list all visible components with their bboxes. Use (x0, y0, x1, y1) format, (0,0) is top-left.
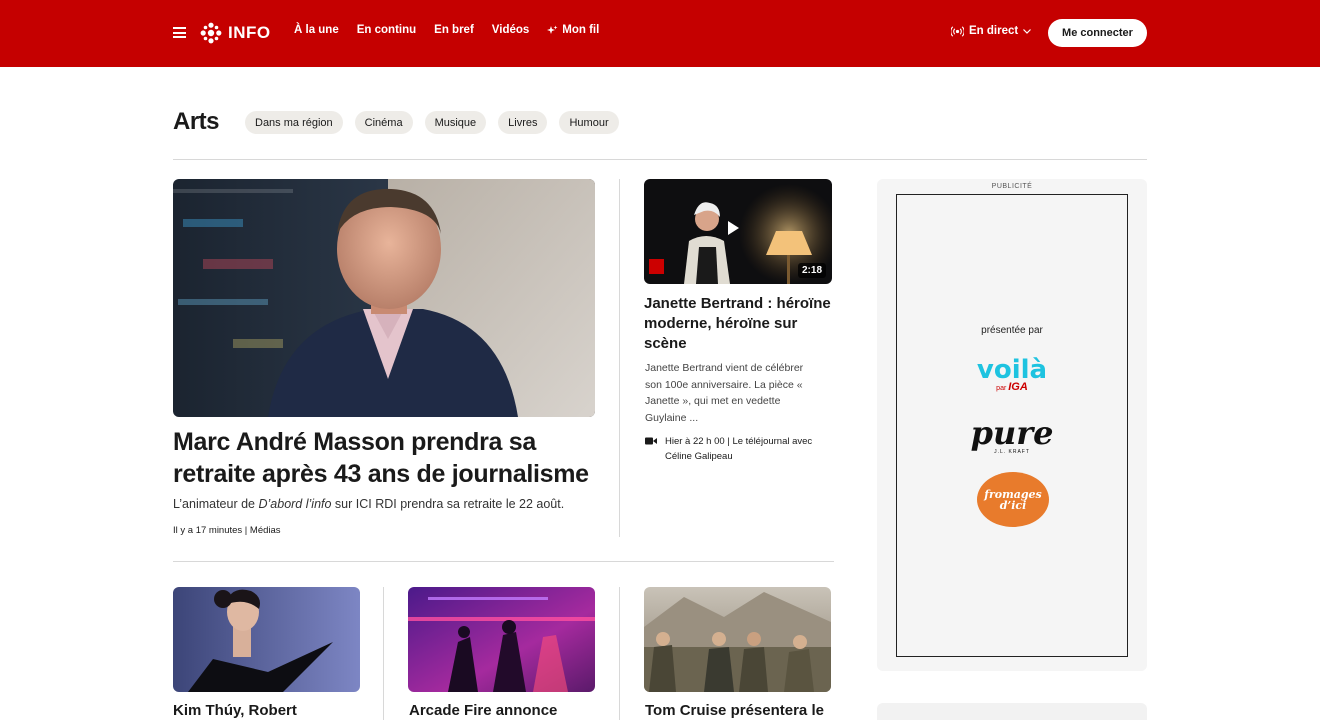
feature-image[interactable] (173, 179, 595, 417)
feature-title[interactable]: Marc André Masson prendra sa retraite ap… (173, 426, 603, 490)
ad-presented-by: présentée par (981, 325, 1043, 336)
card-photo-1 (173, 587, 360, 692)
feature-category[interactable]: Médias (250, 525, 281, 536)
jl-kraft-text: J.L. KRAFT (994, 449, 1030, 455)
feature-desc-prefix: L’animateur de (173, 497, 259, 511)
column-divider (619, 179, 620, 537)
chip-dans-ma-region[interactable]: Dans ma région (245, 111, 343, 134)
feature-photo (173, 179, 595, 417)
nav-mon-fil-label: Mon fil (562, 24, 600, 36)
video-camera-icon (645, 437, 657, 445)
top-header: INFO À la une En continu En bref Vidéos … (0, 0, 1320, 67)
card-title-3[interactable]: Tom Cruise présentera le (645, 702, 845, 719)
live-dropdown[interactable]: En direct (951, 25, 1032, 37)
chip-musique[interactable]: Musique (424, 111, 487, 134)
feature-meta: Il y a 17 minutes | Médias (173, 525, 281, 536)
side-story-image[interactable]: 2:18 (644, 179, 832, 284)
voila-logo-text: voilà (976, 355, 1048, 385)
subsection-chips: Dans ma région Cinéma Musique Livres Hum… (245, 111, 619, 134)
column-divider (619, 587, 620, 720)
iga-logo-text: IGA (1008, 381, 1028, 393)
side-story-time: Hier à 22 h 00 (665, 436, 725, 447)
chip-livres[interactable]: Livres (498, 111, 548, 134)
card-image-2[interactable] (408, 587, 595, 692)
menu-icon[interactable] (173, 27, 186, 38)
side-story-meta: Hier à 22 h 00 | Le téléjournal avec Cél… (645, 434, 835, 464)
feature-desc-suffix: sur ICI RDI prendra sa retraite le 22 ao… (331, 497, 565, 511)
main-nav: À la une En continu En bref Vidéos Mon f… (294, 24, 599, 36)
card-photo-3 (644, 587, 831, 692)
nav-en-bref[interactable]: En bref (434, 24, 474, 36)
logo-text: INFO (228, 23, 271, 42)
broadcast-icon (951, 25, 964, 37)
nav-en-continu[interactable]: En continu (357, 24, 416, 36)
column-divider (383, 587, 384, 720)
divider (173, 159, 1147, 160)
ad-frame[interactable]: présentée par voilà par IGA pure J.L. KR… (896, 194, 1128, 657)
page-title: Arts (173, 108, 220, 135)
feature-description: L’animateur de D’abord l’info sur ICI RD… (173, 497, 603, 511)
card-image-1[interactable] (173, 587, 360, 692)
chip-humour[interactable]: Humour (559, 111, 619, 134)
fromages-dici-logo[interactable]: fromages d’ici (977, 472, 1049, 527)
ad-label: PUBLICITÉ (991, 183, 1033, 190)
side-story-title[interactable]: Janette Bertrand : héroïne moderne, héro… (644, 294, 834, 354)
site-logo[interactable]: INFO (200, 21, 271, 45)
radio-canada-gem-icon (200, 22, 222, 44)
play-icon[interactable] (728, 221, 739, 235)
card-photo-2 (408, 587, 595, 692)
feature-time: Il y a 17 minutes (173, 525, 243, 536)
video-duration: 2:18 (797, 263, 826, 278)
divider (173, 561, 834, 562)
live-label: En direct (969, 25, 1019, 37)
nav-videos[interactable]: Vidéos (492, 24, 530, 36)
ad-container-2 (877, 703, 1147, 720)
feature-desc-show: D’abord l’info (258, 497, 332, 511)
nav-a-la-une[interactable]: À la une (294, 24, 339, 36)
side-story-description: Janette Bertrand vient de célébrer son 1… (645, 362, 804, 424)
card-title-1[interactable]: Kim Thúy, Robert (173, 702, 373, 719)
side-story-time-program: Hier à 22 h 00 | Le téléjournal avec Cél… (665, 436, 813, 462)
card-image-3[interactable] (644, 587, 831, 692)
login-button[interactable]: Me connecter (1048, 19, 1147, 47)
voila-iga-logo[interactable]: voilà par IGA (897, 357, 1127, 393)
pure-logo-text: pure (970, 414, 1054, 452)
ad-container: PUBLICITÉ présentée par voilà par IGA pu… (877, 179, 1147, 671)
sparkle-icon (547, 25, 558, 34)
chevron-down-icon (1023, 28, 1032, 34)
pure-logo[interactable]: pure J.L. KRAFT (897, 417, 1127, 455)
chip-cinema[interactable]: Cinéma (354, 111, 413, 134)
voila-par-text: par (996, 385, 1007, 392)
card-title-2[interactable]: Arcade Fire annonce (409, 702, 609, 719)
nav-mon-fil[interactable]: Mon fil (547, 24, 599, 36)
